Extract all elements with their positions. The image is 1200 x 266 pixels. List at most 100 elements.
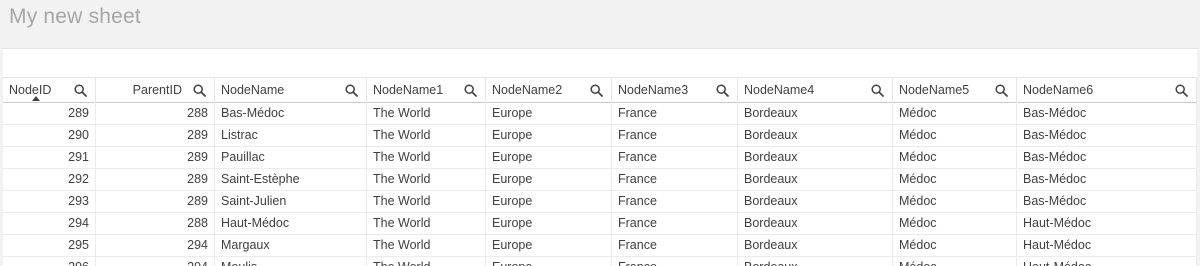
column-header-parentid[interactable]: ParentID [96, 78, 215, 103]
table-row[interactable]: 289 288 Bas-Médoc The World Europe France Bord… [3, 103, 1197, 125]
table-cell[interactable]: Bas-Médoc [1017, 125, 1197, 146]
table-cell[interactable]: France [612, 235, 738, 256]
table-row[interactable]: 294 288 Haut-Médoc The World Europe France Bor… [3, 213, 1197, 235]
table-cell[interactable]: France [612, 191, 738, 212]
column-header-nodename3[interactable]: NodeName3 [612, 78, 738, 103]
table-row[interactable]: 290 289 Listrac The World Europe France Bordea… [3, 125, 1197, 147]
table-cell[interactable]: 293 [3, 191, 96, 212]
column-header-label: NodeName6 [1023, 83, 1094, 97]
column-header-label: NodeName4 [744, 83, 815, 97]
table-cell[interactable]: 290 [3, 125, 96, 146]
column-header-nodename1[interactable]: NodeName1 [367, 78, 486, 103]
table-cell[interactable]: Europe [486, 147, 612, 168]
data-table: NodeID ParentID NodeName NodeName1 NodeName2… [3, 77, 1197, 266]
table-cell[interactable]: Bas-Médoc [1017, 191, 1197, 212]
table-cell[interactable]: Europe [486, 213, 612, 234]
table-cell[interactable]: 289 [96, 147, 215, 168]
table-cell[interactable]: France [612, 147, 738, 168]
table-cell[interactable]: Listrac [215, 125, 367, 146]
table-cell[interactable]: Bordeaux [738, 169, 893, 190]
column-header-nodename[interactable]: NodeName [215, 78, 367, 103]
table-cell[interactable]: France [612, 213, 738, 234]
search-icon[interactable] [871, 84, 884, 97]
table-cell[interactable]: Bordeaux [738, 125, 893, 146]
table-cell[interactable]: 289 [96, 169, 215, 190]
sort-ascending-icon[interactable] [32, 96, 40, 101]
table-cell[interactable]: 288 [96, 213, 215, 234]
table-cell[interactable]: Médoc [893, 125, 1017, 146]
table-cell[interactable]: Haut-Médoc [1017, 213, 1197, 234]
table-cell[interactable]: Bordeaux [738, 213, 893, 234]
search-icon[interactable] [995, 84, 1008, 97]
table-cell[interactable]: 294 [96, 235, 215, 256]
table-cell[interactable]: 288 [96, 103, 215, 124]
column-header-label: NodeID [9, 83, 52, 97]
column-header-label: NodeName [221, 83, 285, 97]
table-cell[interactable]: Europe [486, 103, 612, 124]
table-cell[interactable]: 292 [3, 169, 96, 190]
sheet-title: My new sheet [9, 5, 141, 28]
column-header-nodename5[interactable]: NodeName5 [893, 78, 1017, 103]
table-cell[interactable]: 289 [3, 103, 96, 124]
table-cell[interactable]: Bordeaux [738, 191, 893, 212]
table-cell[interactable]: Europe [486, 235, 612, 256]
column-header-label: NodeName5 [899, 83, 970, 97]
table-cell[interactable]: 289 [96, 191, 215, 212]
column-header-nodename6[interactable]: NodeName6 [1017, 78, 1197, 103]
column-header-label: NodeName1 [373, 83, 444, 97]
table-cell[interactable]: The World [367, 103, 486, 124]
table-cell[interactable]: Bas-Médoc [1017, 169, 1197, 190]
column-header-label: NodeName2 [492, 83, 563, 97]
table-cell[interactable]: Bas-Médoc [1017, 103, 1197, 124]
table-cell[interactable]: Europe [486, 125, 612, 146]
table-cell[interactable]: Margaux [215, 235, 367, 256]
search-icon[interactable] [590, 84, 603, 97]
column-header-nodeid[interactable]: NodeID [3, 78, 96, 103]
table-cell[interactable]: The World [367, 235, 486, 256]
table-cell[interactable]: France [612, 103, 738, 124]
table-cell[interactable]: 289 [96, 125, 215, 146]
table-cell[interactable]: Haut-Médoc [1017, 235, 1197, 256]
table-cell[interactable]: Bordeaux [738, 235, 893, 256]
table-cell[interactable]: 294 [3, 213, 96, 234]
table-cell[interactable]: Bordeaux [738, 147, 893, 168]
table-cell[interactable]: Médoc [893, 235, 1017, 256]
column-header-label: ParentID [132, 83, 182, 97]
table-cell[interactable]: The World [367, 125, 486, 146]
table-cell[interactable]: Europe [486, 191, 612, 212]
table-cell[interactable]: Médoc [893, 103, 1017, 124]
table-cell[interactable]: France [612, 169, 738, 190]
search-icon[interactable] [1175, 84, 1188, 97]
table-cell[interactable]: Bas-Médoc [215, 103, 367, 124]
table-cell[interactable]: 291 [3, 147, 96, 168]
search-icon[interactable] [74, 84, 87, 97]
table-row[interactable]: 293 289 Saint-Julien The World Europe France B… [3, 191, 1197, 213]
search-icon[interactable] [464, 84, 477, 97]
table-row[interactable]: 291 289 Pauillac The World Europe France Borde… [3, 147, 1197, 169]
table-cell[interactable]: Europe [486, 169, 612, 190]
table-cell[interactable]: Médoc [893, 147, 1017, 168]
table-cell[interactable]: Bordeaux [738, 103, 893, 124]
column-header-nodename2[interactable]: NodeName2 [486, 78, 612, 103]
table-cell[interactable]: France [612, 125, 738, 146]
search-icon[interactable] [345, 84, 358, 97]
table-cell[interactable]: The World [367, 169, 486, 190]
table-cell[interactable]: 295 [3, 235, 96, 256]
search-icon[interactable] [716, 84, 729, 97]
table-cell[interactable]: Haut-Médoc [215, 213, 367, 234]
table-row[interactable]: 295 294 Margaux The World Europe France Bordea… [3, 235, 1197, 257]
table-cell[interactable]: Médoc [893, 213, 1017, 234]
table-cell[interactable]: Saint-Estèphe [215, 169, 367, 190]
table-cell[interactable]: Saint-Julien [215, 191, 367, 212]
column-header-nodename4[interactable]: NodeName4 [738, 78, 893, 103]
table-row[interactable]: 292 289 Saint-Estèphe The World Europe France… [3, 169, 1197, 191]
table-cell[interactable]: The World [367, 213, 486, 234]
table-cell[interactable]: Pauillac [215, 147, 367, 168]
table-cell[interactable]: The World [367, 147, 486, 168]
table-cell[interactable]: Médoc [893, 169, 1017, 190]
table-cell[interactable]: Bas-Médoc [1017, 147, 1197, 168]
table-cell[interactable]: The World [367, 191, 486, 212]
search-icon[interactable] [193, 84, 206, 97]
table-panel: NodeID ParentID NodeName NodeName1 NodeName2… [3, 48, 1197, 266]
table-cell[interactable]: Médoc [893, 191, 1017, 212]
